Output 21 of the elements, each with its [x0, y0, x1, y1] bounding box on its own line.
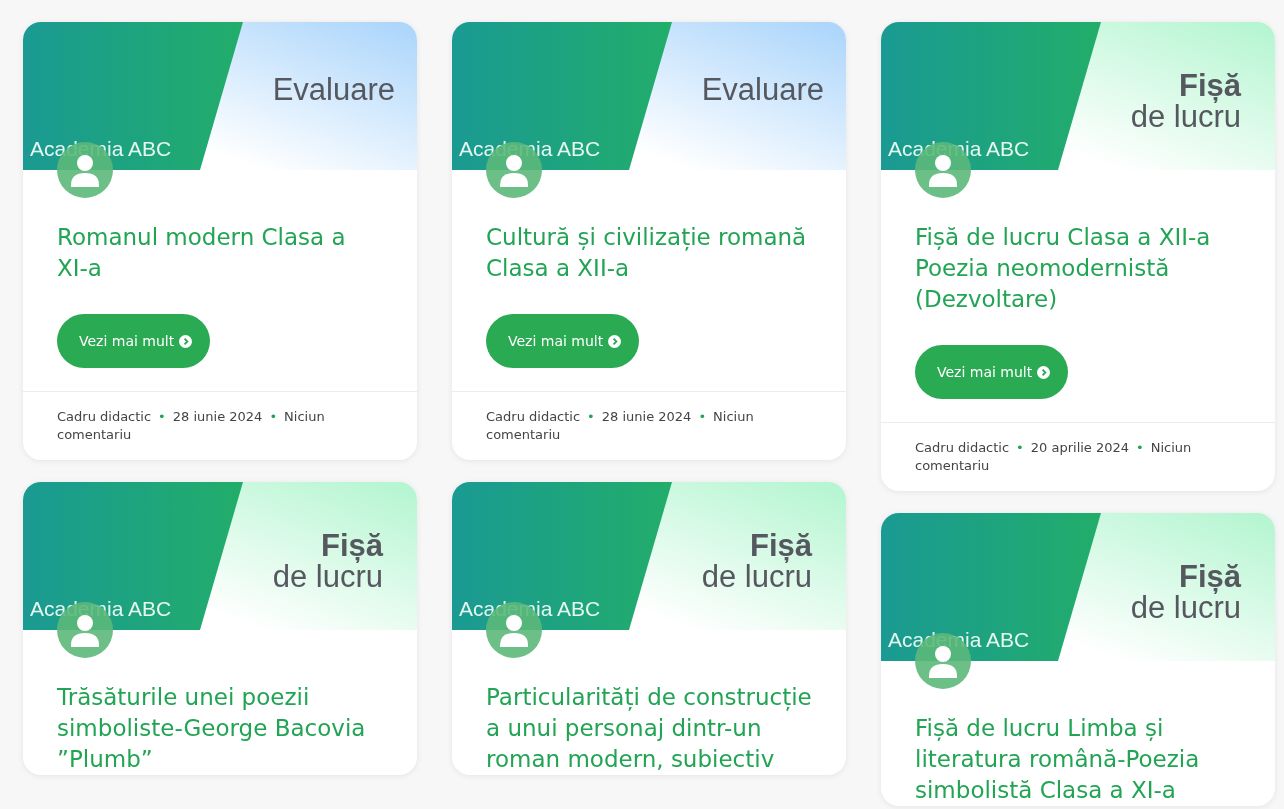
- post-title[interactable]: Particularități de construcție a unui personaj dintr-un roman modern, subiectiv: [486, 682, 812, 775]
- cover-title: Evaluare: [272, 74, 395, 105]
- cover-title: Evaluare: [701, 74, 824, 105]
- cover-title: Fișă de lucru: [1130, 561, 1241, 623]
- cover-title: Fișă de lucru: [272, 530, 383, 592]
- post-title[interactable]: Romanul modern Clasa a XI-a: [57, 222, 383, 284]
- post-meta: Cadru didactic • 28 iunie 2024 • Niciun comentariu: [486, 409, 754, 442]
- post-title[interactable]: Trăsăturile unei poezii simboliste-George Bacovia ”Plumb”: [57, 682, 383, 775]
- post-title[interactable]: Fișă de lucru Clasa a XII-a Poezia neomodernistă (Dezvoltare): [915, 222, 1241, 315]
- chevron-circle-icon: [179, 334, 193, 348]
- read-more-button[interactable]: Vezi mai mult: [57, 314, 211, 368]
- read-more-button[interactable]: Vezi mai mult: [915, 345, 1069, 399]
- post-title[interactable]: Cultură și civilizație romană Clasa a XII-a: [486, 222, 812, 284]
- cover-title: Fișă de lucru: [1130, 70, 1241, 132]
- post-title[interactable]: Fișă de lucru Limba și literatura română-Poezia simbolistă Clasa a XI-a: [915, 713, 1241, 806]
- cover-title: Fișă de lucru: [701, 530, 812, 592]
- read-more-button[interactable]: Vezi mai mult: [486, 314, 640, 368]
- chevron-circle-icon: [608, 334, 622, 348]
- post-meta: Cadru didactic • 28 iunie 2024 • Niciun comentariu: [57, 409, 325, 442]
- chevron-circle-icon: [1037, 365, 1051, 379]
- post-meta: Cadru didactic • 20 aprilie 2024 • Niciun comentariu: [915, 440, 1192, 473]
